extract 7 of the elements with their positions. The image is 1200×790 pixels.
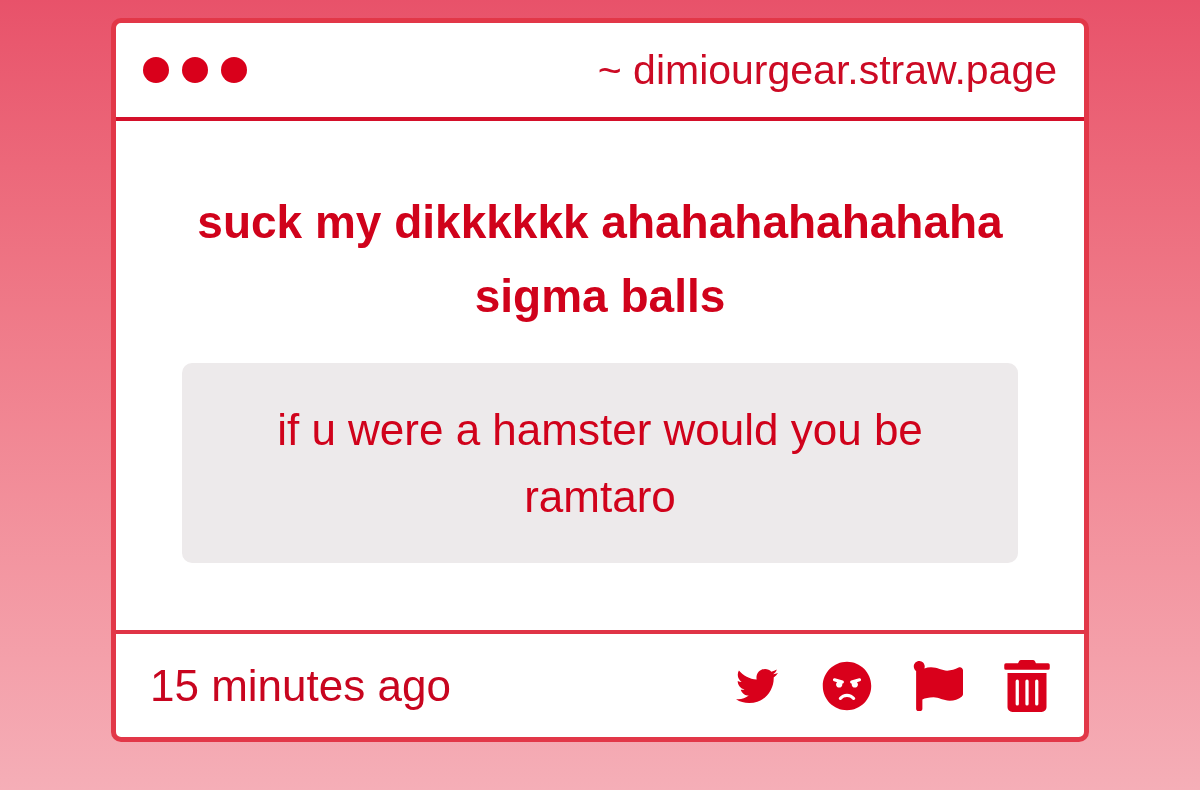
trash-icon[interactable] [1004, 659, 1050, 712]
site-address: ~ dimiourgear.straw.page [597, 46, 1057, 94]
quote-text: if u were a hamster would you be ramtaro [276, 404, 924, 523]
post-title: suck my dikkkkkk ahahahahahahaha sigma balls [196, 195, 1004, 324]
timestamp: 15 minutes ago [150, 659, 451, 712]
angry-face-icon[interactable] [822, 660, 872, 711]
flag-icon[interactable] [912, 660, 964, 711]
